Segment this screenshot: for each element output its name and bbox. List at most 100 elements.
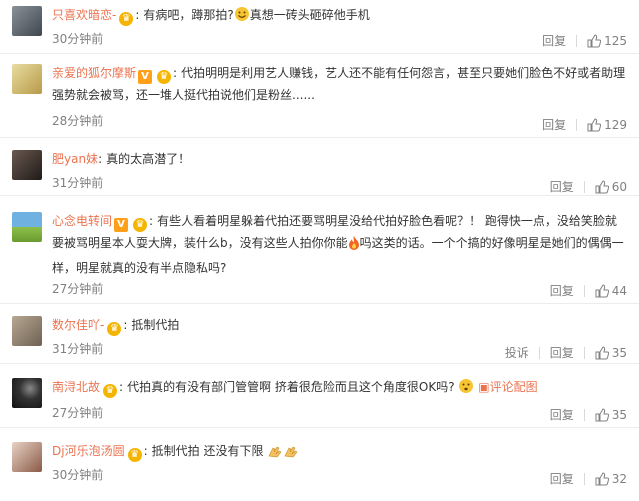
comment-item: 南浔北故 ♛: 代拍真的有没有部门管管啊 挤着很危险而且这个角度很OK吗? ▣评论配…: [0, 364, 639, 428]
like-button[interactable]: 125: [587, 34, 627, 48]
divider: [583, 284, 585, 297]
thumbs-up-icon: [587, 117, 602, 131]
comment-content: 肥yan妹: 真的太高潜了！: [52, 148, 627, 170]
avatar[interactable]: [12, 378, 42, 408]
like-count: 35: [611, 407, 627, 422]
username[interactable]: 肥yan妹: [52, 152, 98, 166]
reply-button[interactable]: 回复: [550, 470, 574, 487]
username[interactable]: Dj河乐泡汤圆: [52, 444, 125, 458]
comment-content: 数尔佳吖- ♛: 抵制代拍: [52, 314, 627, 336]
image-icon: ▣: [478, 380, 490, 394]
colon: :: [98, 152, 103, 166]
comment-actions: 投诉 回复 35: [495, 344, 627, 361]
comment-text: 代拍真的有没有部门管管啊 挤着很危险而且这个角度很OK吗?: [127, 380, 455, 394]
colon: :: [143, 444, 148, 458]
like-button[interactable]: 44: [595, 284, 627, 298]
like-button[interactable]: 129: [587, 118, 627, 132]
verified-v-icon: V: [114, 218, 129, 232]
avatar[interactable]: [12, 150, 42, 180]
comment-actions: 回复 129: [532, 116, 627, 133]
comment-content: 南浔北故 ♛: 代拍真的有没有部门管管啊 挤着很危险而且这个角度很OK吗? ▣评论配…: [52, 376, 627, 401]
like-count: 35: [611, 345, 627, 360]
like-button[interactable]: 32: [595, 472, 627, 486]
divider: [576, 34, 578, 47]
divider: [538, 346, 540, 359]
thumbs-up-icon: [595, 345, 609, 359]
comment-actions: 回复 35: [540, 406, 627, 423]
comment-item: 亲爱的狐尔摩斯 V ♛: 代拍明明是利用艺人赚钱，艺人还不能有任何怨言，甚至只要她们脸…: [0, 54, 639, 138]
reply-button[interactable]: 回复: [550, 344, 574, 361]
username[interactable]: 心念电转间: [52, 214, 112, 228]
colon: :: [173, 66, 178, 80]
comment-text: 抵制代拍 还没有下限: [151, 444, 264, 458]
thumbs-up-icon: [595, 283, 609, 297]
avatar[interactable]: [12, 6, 42, 36]
divider: [583, 472, 585, 485]
clap-emoji-icon: [267, 443, 283, 465]
like-button[interactable]: 60: [595, 180, 627, 194]
fire-emoji-icon: [348, 235, 360, 257]
timestamp: 31分钟前: [52, 342, 104, 356]
like-button[interactable]: 35: [595, 408, 627, 422]
verified-v-icon: V: [138, 70, 153, 84]
comment-item: 心念电转间 V ♛: 有些人看着明星躲着代拍还要骂明星没给代拍好脸色看呢？！ 跑得快一…: [0, 196, 639, 304]
fan-badge-icon: ♛: [127, 448, 142, 462]
like-count: 125: [604, 33, 627, 48]
comment-item: Dj河乐泡汤圆 ♛: 抵制代拍 还没有下限 30分钟前 回复 32: [0, 428, 639, 501]
confused-emoji-icon: [458, 378, 474, 401]
comment-item: 数尔佳吖- ♛: 抵制代拍 31分钟前 投诉 回复 35: [0, 304, 639, 364]
thumbs-up-icon: [595, 471, 609, 485]
comment-text: 有病吧，蹲那拍?: [143, 8, 234, 22]
like-button[interactable]: 35: [595, 346, 627, 360]
thumbs-up-icon: [587, 33, 602, 47]
reply-button[interactable]: 回复: [542, 32, 566, 49]
fan-badge-icon: ♛: [157, 70, 172, 84]
comment-actions: 回复 44: [540, 282, 627, 299]
timestamp: 31分钟前: [52, 176, 104, 190]
timestamp: 27分钟前: [52, 282, 104, 296]
comment-image-link[interactable]: 评论配图: [490, 380, 538, 394]
comment-content: 只喜欢暗恋- ♛: 有病吧，蹲那拍? 真想一砖头砸碎他手机: [52, 4, 627, 29]
avatar[interactable]: [12, 64, 42, 94]
timestamp: 30分钟前: [52, 468, 104, 482]
clap-emoji-icon: [283, 443, 299, 465]
reply-button[interactable]: 回复: [550, 406, 574, 423]
avatar[interactable]: [12, 442, 42, 472]
comment-content: 亲爱的狐尔摩斯 V ♛: 代拍明明是利用艺人赚钱，艺人还不能有任何怨言，甚至只要她们脸…: [52, 62, 627, 106]
grin-emoji-icon: [234, 6, 250, 29]
fan-badge-icon: ♛: [107, 322, 122, 336]
avatar[interactable]: [12, 212, 42, 242]
avatar[interactable]: [12, 316, 42, 346]
like-count: 32: [611, 471, 627, 486]
colon: :: [135, 8, 140, 22]
username[interactable]: 亲爱的狐尔摩斯: [52, 66, 136, 80]
comment-list: 只喜欢暗恋- ♛: 有病吧，蹲那拍? 真想一砖头砸碎他手机 30分钟前 回复 125 …: [0, 0, 639, 501]
comment-item: 肥yan妹: 真的太高潜了！ 31分钟前 回复 60: [0, 138, 639, 196]
comment-item: 只喜欢暗恋- ♛: 有病吧，蹲那拍? 真想一砖头砸碎他手机 30分钟前 回复 125: [0, 0, 639, 54]
reply-button[interactable]: 回复: [542, 116, 566, 133]
like-count: 44: [611, 283, 627, 298]
reply-button[interactable]: 回复: [550, 282, 574, 299]
like-count: 129: [604, 117, 627, 132]
fan-badge-icon: ♛: [119, 12, 134, 26]
fan-badge-icon: ♛: [133, 218, 148, 232]
comment-actions: 回复 125: [532, 32, 627, 49]
timestamp: 30分钟前: [52, 32, 104, 46]
username[interactable]: 数尔佳吖-: [52, 318, 104, 332]
comment-content: Dj河乐泡汤圆 ♛: 抵制代拍 还没有下限: [52, 440, 627, 465]
fan-badge-icon: ♛: [103, 384, 118, 398]
comment-text: 真想一砖头砸碎他手机: [249, 8, 370, 22]
timestamp: 27分钟前: [52, 406, 104, 420]
colon: :: [149, 214, 154, 228]
comment-text: 抵制代拍: [131, 318, 180, 332]
reply-button[interactable]: 回复: [550, 178, 574, 195]
like-count: 60: [611, 179, 627, 194]
comment-content: 心念电转间 V ♛: 有些人看着明星躲着代拍还要骂明星没给代拍好脸色看呢？！ 跑得快一…: [52, 210, 627, 279]
timestamp: 28分钟前: [52, 114, 104, 128]
report-button[interactable]: 投诉: [505, 344, 529, 361]
divider: [576, 118, 578, 131]
username[interactable]: 只喜欢暗恋-: [52, 8, 116, 22]
divider: [583, 408, 585, 421]
thumbs-up-icon: [595, 179, 609, 193]
username[interactable]: 南浔北故: [52, 380, 100, 394]
